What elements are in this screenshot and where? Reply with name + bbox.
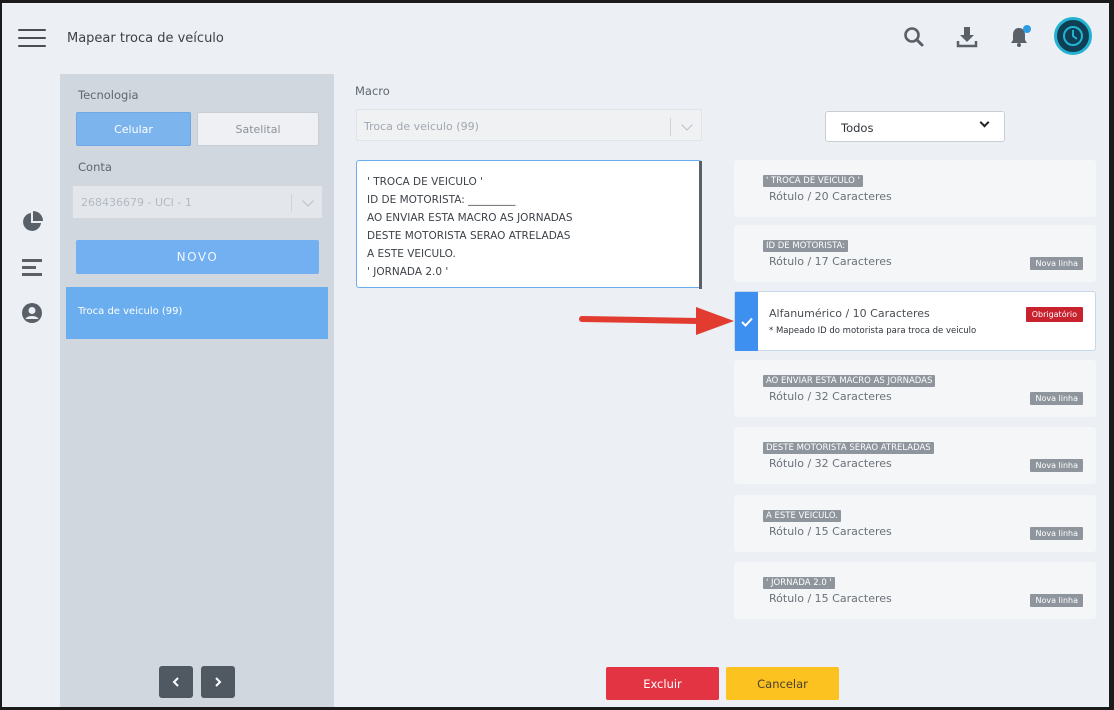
field-tag: ID DE MOTORISTA: (763, 240, 849, 252)
field-card-selected[interactable]: Alfanumérico / 10 Caracteres * Mapeado I… (734, 291, 1096, 351)
preview-line: DESTE MOTORISTA SERAO ATRELADAS (367, 230, 571, 242)
scrollbar[interactable] (699, 161, 702, 289)
macro-select[interactable]: Troca de veiculo (99) (356, 109, 702, 141)
macro-preview: ' TROCA DE VEICULO ' ID DE MOTORISTA: __… (356, 160, 702, 289)
field-tag: ' TROCA DE VEICULO ' (763, 175, 863, 187)
select-divider (291, 194, 292, 212)
field-meta: Alfanumérico / 10 Caracteres (769, 307, 930, 320)
field-tag: ' JORNADA 2.0 ' (763, 577, 835, 589)
field-tag: DESTE MOTORISTA SERAO ATRELADAS (763, 442, 934, 454)
filter-value: Todos (841, 121, 874, 135)
filter-select[interactable]: Todos (825, 111, 1005, 142)
bell-icon[interactable] (1007, 25, 1031, 49)
nova-linha-badge: Nova linha (1030, 459, 1083, 472)
macro-value: Troca de veiculo (99) (364, 120, 479, 133)
app-window: Mapear troca de veículo Tecnologia Celul… (2, 3, 1109, 707)
preview-line: AO ENVIAR ESTA MACRO AS JORNADAS (367, 212, 573, 224)
pie-chart-icon[interactable] (21, 211, 43, 233)
avatar[interactable] (1054, 17, 1092, 55)
conta-label: Conta (78, 160, 112, 174)
field-card[interactable]: A ESTE VEICULO. Rótulo / 15 Caracteres N… (734, 495, 1096, 552)
chevron-left-icon (172, 677, 179, 687)
prev-page-button[interactable] (159, 666, 193, 698)
novo-button[interactable]: NOVO (76, 240, 319, 274)
notification-dot (1023, 25, 1031, 33)
nova-linha-badge: Nova linha (1030, 257, 1083, 270)
field-card[interactable]: ' TROCA DE VEICULO ' Rótulo / 20 Caracte… (734, 160, 1096, 217)
left-panel: Tecnologia Celular Satelital Conta 26843… (60, 74, 334, 707)
list-item[interactable]: Troca de veiculo (99) (66, 287, 328, 339)
macro-label: Macro (355, 84, 390, 98)
field-meta: Rótulo / 20 Caracteres (769, 190, 892, 203)
field-meta: Rótulo / 15 Caracteres (769, 592, 892, 605)
user-icon[interactable] (21, 302, 43, 324)
field-tag: AO ENVIAR ESTA MACRO AS JORNADAS (763, 375, 936, 387)
field-tag: A ESTE VEICULO. (763, 510, 841, 522)
chevron-right-icon (215, 677, 222, 687)
nova-linha-badge: Nova linha (1030, 594, 1083, 607)
page-title: Mapear troca de veículo (67, 31, 224, 46)
satelital-button[interactable]: Satelital (197, 112, 319, 146)
chevron-down-icon (979, 117, 990, 128)
excluir-button[interactable]: Excluir (606, 667, 719, 700)
field-card[interactable]: AO ENVIAR ESTA MACRO AS JORNADAS Rótulo … (734, 360, 1096, 417)
search-icon[interactable] (902, 25, 926, 49)
celular-button[interactable]: Celular (76, 112, 191, 146)
menu-icon[interactable] (18, 26, 48, 50)
conta-select[interactable]: 268436679 - UCI - 1 (72, 185, 323, 219)
cancelar-button[interactable]: Cancelar (726, 667, 839, 700)
download-icon[interactable] (955, 25, 979, 49)
nova-linha-badge: Nova linha (1030, 392, 1083, 405)
tecnologia-label: Tecnologia (78, 88, 139, 102)
conta-value: 268436679 - UCI - 1 (81, 196, 192, 209)
preview-line: A ESTE VEICULO. (367, 248, 456, 260)
field-description: * Mapeado ID do motorista para troca de … (769, 326, 977, 336)
field-meta: Rótulo / 15 Caracteres (769, 525, 892, 538)
next-page-button[interactable] (201, 666, 235, 698)
preview-line: ID DE MOTORISTA: _________ (367, 194, 516, 206)
preview-line: ' JORNADA 2.0 ' (367, 266, 449, 278)
obrigatorio-badge: Obrigatório (1025, 307, 1083, 322)
nova-linha-badge: Nova linha (1030, 527, 1083, 540)
field-card[interactable]: DESTE MOTORISTA SERAO ATRELADAS Rótulo /… (734, 427, 1096, 484)
chevron-down-icon (681, 119, 693, 131)
select-divider (670, 118, 671, 136)
field-meta: Rótulo / 32 Caracteres (769, 390, 892, 403)
field-card[interactable]: ' JORNADA 2.0 ' Rótulo / 15 Caracteres N… (734, 562, 1096, 619)
field-meta: Rótulo / 17 Caracteres (769, 255, 892, 268)
chevron-down-icon (302, 195, 314, 207)
preview-line: ' TROCA DE VEICULO ' (367, 176, 484, 188)
field-meta: Rótulo / 32 Caracteres (769, 457, 892, 470)
arrow-icon (579, 307, 734, 335)
field-card[interactable]: ID DE MOTORISTA: Rótulo / 17 Caracteres … (734, 225, 1096, 282)
check-icon (735, 292, 758, 351)
list-icon[interactable] (21, 257, 43, 279)
